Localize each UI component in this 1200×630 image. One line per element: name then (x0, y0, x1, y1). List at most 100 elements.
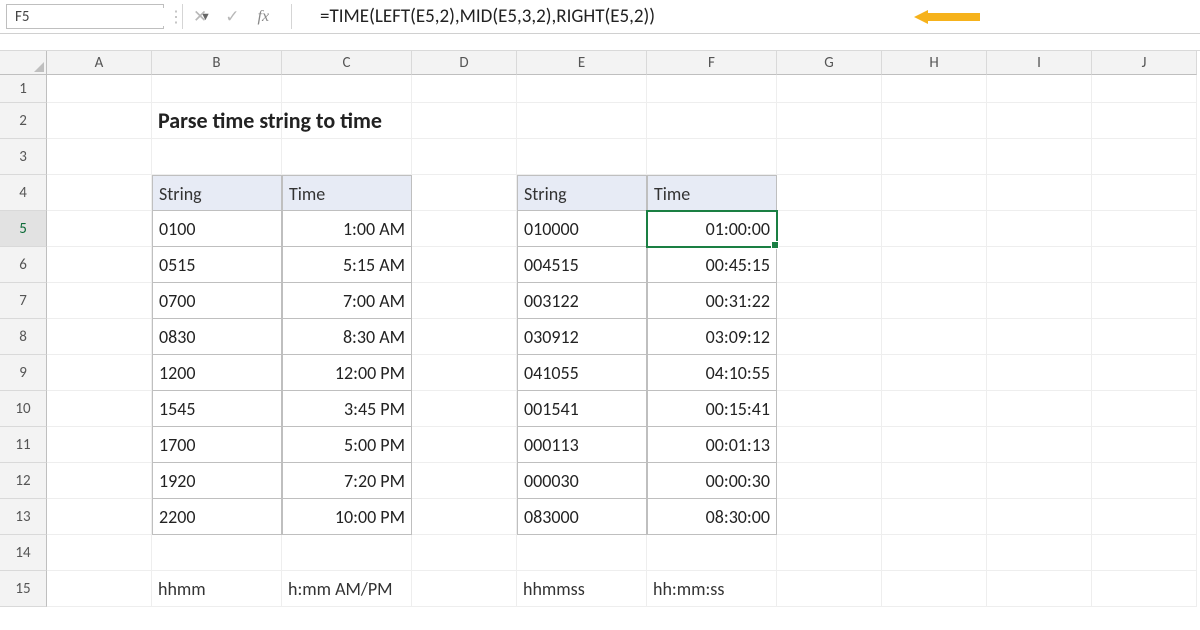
cell-F3[interactable] (647, 139, 777, 175)
row-head-2[interactable]: 2 (0, 103, 47, 139)
select-all-corner[interactable] (0, 51, 47, 75)
cell-C6[interactable]: 5:15 AM (282, 247, 412, 283)
cell-I9[interactable] (987, 355, 1092, 391)
col-head-D[interactable]: D (412, 51, 517, 75)
cell-E15[interactable]: hhmmss (517, 571, 647, 607)
cell-F8[interactable]: 03:09:12 (647, 319, 777, 355)
cell-C2[interactable] (282, 103, 412, 139)
cell-H14[interactable] (882, 535, 987, 571)
cell-D8[interactable] (412, 319, 517, 355)
spreadsheet-grid[interactable]: A B C D E F G H I J 1 2 Parse time strin… (0, 51, 1200, 607)
cell-D7[interactable] (412, 283, 517, 319)
cell-D3[interactable] (412, 139, 517, 175)
cell-J2[interactable] (1092, 103, 1197, 139)
row-head-8[interactable]: 8 (0, 319, 47, 355)
split-handle-icon[interactable]: ⋮ (170, 0, 182, 33)
cell-J10[interactable] (1092, 391, 1197, 427)
cell-H1[interactable] (882, 75, 987, 103)
cell-A10[interactable] (47, 391, 152, 427)
cell-I3[interactable] (987, 139, 1092, 175)
cell-A12[interactable] (47, 463, 152, 499)
row-head-5[interactable]: 5 (0, 211, 47, 247)
cell-E3[interactable] (517, 139, 647, 175)
cell-B6[interactable]: 0515 (152, 247, 282, 283)
cell-G12[interactable] (777, 463, 882, 499)
row-head-7[interactable]: 7 (0, 283, 47, 319)
cell-D9[interactable] (412, 355, 517, 391)
cell-E9[interactable]: 041055 (517, 355, 647, 391)
cell-H9[interactable] (882, 355, 987, 391)
cell-F13[interactable]: 08:30:00 (647, 499, 777, 535)
cell-I13[interactable] (987, 499, 1092, 535)
cell-C1[interactable] (282, 75, 412, 103)
cell-A3[interactable] (47, 139, 152, 175)
cell-J3[interactable] (1092, 139, 1197, 175)
row-head-10[interactable]: 10 (0, 391, 47, 427)
cell-F7[interactable]: 00:31:22 (647, 283, 777, 319)
cell-A8[interactable] (47, 319, 152, 355)
row-head-4[interactable]: 4 (0, 175, 47, 211)
cell-A6[interactable] (47, 247, 152, 283)
cell-I4[interactable] (987, 175, 1092, 211)
cell-G6[interactable] (777, 247, 882, 283)
row-head-9[interactable]: 9 (0, 355, 47, 391)
cell-A1[interactable] (47, 75, 152, 103)
cell-B9[interactable]: 1200 (152, 355, 282, 391)
cell-C9[interactable]: 12:00 PM (282, 355, 412, 391)
cell-I5[interactable] (987, 211, 1092, 247)
cell-F14[interactable] (647, 535, 777, 571)
cell-G5[interactable] (777, 211, 882, 247)
cell-E11[interactable]: 000113 (517, 427, 647, 463)
col-head-C[interactable]: C (282, 51, 412, 75)
cell-H5[interactable] (882, 211, 987, 247)
row-head-11[interactable]: 11 (0, 427, 47, 463)
cell-E2[interactable] (517, 103, 647, 139)
col-head-A[interactable]: A (47, 51, 152, 75)
cell-G2[interactable] (777, 103, 882, 139)
cell-B1[interactable] (152, 75, 282, 103)
cell-D2[interactable] (412, 103, 517, 139)
formula-input[interactable] (292, 0, 1200, 33)
cell-J4[interactable] (1092, 175, 1197, 211)
col-head-I[interactable]: I (987, 51, 1092, 75)
cancel-icon[interactable]: ✕ (193, 8, 207, 25)
cell-E6[interactable]: 004515 (517, 247, 647, 283)
cell-J12[interactable] (1092, 463, 1197, 499)
cell-J7[interactable] (1092, 283, 1197, 319)
cell-J11[interactable] (1092, 427, 1197, 463)
cell-E13[interactable]: 083000 (517, 499, 647, 535)
cell-J8[interactable] (1092, 319, 1197, 355)
cell-F10[interactable]: 00:15:41 (647, 391, 777, 427)
cell-J1[interactable] (1092, 75, 1197, 103)
cell-G4[interactable] (777, 175, 882, 211)
cell-F11[interactable]: 00:01:13 (647, 427, 777, 463)
cell-G13[interactable] (777, 499, 882, 535)
cell-B12[interactable]: 1920 (152, 463, 282, 499)
row-head-1[interactable]: 1 (0, 75, 47, 103)
row-head-12[interactable]: 12 (0, 463, 47, 499)
col-head-B[interactable]: B (152, 51, 282, 75)
cell-C5[interactable]: 1:00 AM (282, 211, 412, 247)
cell-G11[interactable] (777, 427, 882, 463)
cell-A7[interactable] (47, 283, 152, 319)
cell-E12[interactable]: 000030 (517, 463, 647, 499)
cell-A11[interactable] (47, 427, 152, 463)
cell-G7[interactable] (777, 283, 882, 319)
name-box[interactable]: ▼ (6, 4, 164, 29)
cell-B3[interactable] (152, 139, 282, 175)
cell-B10[interactable]: 1545 (152, 391, 282, 427)
cell-I12[interactable] (987, 463, 1092, 499)
cell-G8[interactable] (777, 319, 882, 355)
cell-D11[interactable] (412, 427, 517, 463)
cell-B8[interactable]: 0830 (152, 319, 282, 355)
cell-A9[interactable] (47, 355, 152, 391)
cell-G15[interactable] (777, 571, 882, 607)
cell-I6[interactable] (987, 247, 1092, 283)
cell-E14[interactable] (517, 535, 647, 571)
cell-B15[interactable]: hhmm (152, 571, 282, 607)
cell-A5[interactable] (47, 211, 152, 247)
cell-F15[interactable]: hh:mm:ss (647, 571, 777, 607)
row-head-15[interactable]: 15 (0, 571, 47, 607)
cell-D4[interactable] (412, 175, 517, 211)
cell-C14[interactable] (282, 535, 412, 571)
